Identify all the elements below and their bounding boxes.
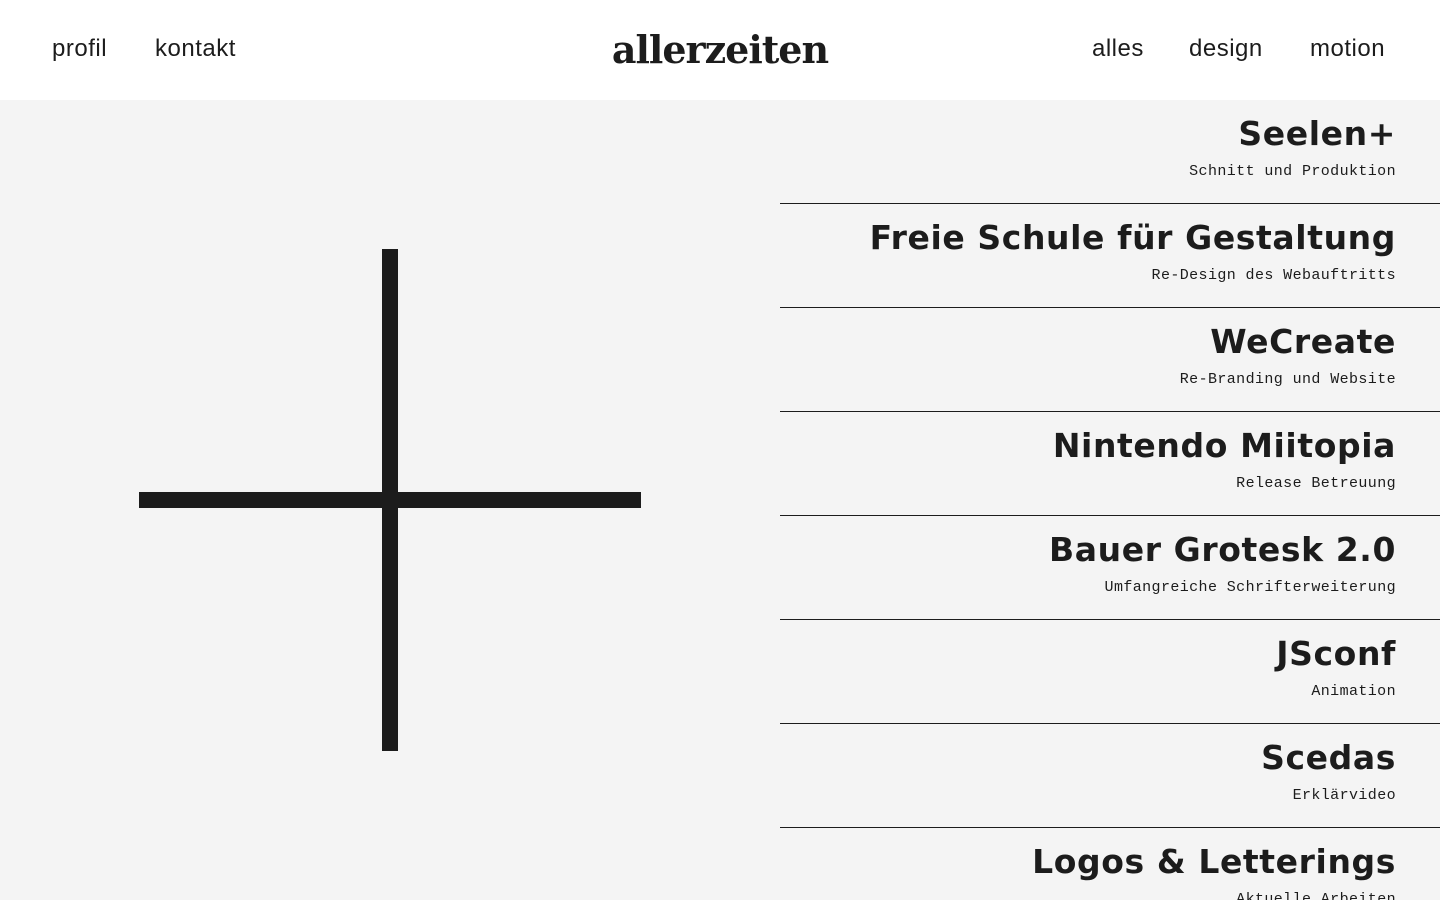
nav-link-kontakt[interactable]: kontakt: [155, 34, 236, 64]
project-subtitle: Release Betreuung: [1236, 475, 1396, 492]
project-title: Nintendo Miitopia: [1052, 426, 1396, 465]
project-item[interactable]: WeCreate Re-Branding und Website: [780, 308, 1440, 412]
project-list: Seelen+ Schnitt und Produktion Freie Sch…: [780, 100, 1440, 900]
project-title: WeCreate: [1210, 322, 1396, 361]
project-item[interactable]: Logos & Letterings Aktuelle Arbeiten: [780, 828, 1440, 900]
project-subtitle: Schnitt und Produktion: [1189, 163, 1396, 180]
project-title: Logos & Letterings: [1032, 842, 1396, 881]
project-title: Bauer Grotesk 2.0: [1049, 530, 1396, 569]
project-item[interactable]: Seelen+ Schnitt und Produktion: [780, 100, 1440, 204]
project-subtitle: Re-Design des Webauftritts: [1151, 267, 1396, 284]
cross-icon-horizontal-bar: [139, 492, 641, 508]
project-item[interactable]: JSconf Animation: [780, 620, 1440, 724]
nav-link-profil[interactable]: profil: [52, 34, 107, 64]
project-subtitle: Aktuelle Arbeiten: [1236, 891, 1396, 900]
project-item[interactable]: Bauer Grotesk 2.0 Umfangreiche Schrifter…: [780, 516, 1440, 620]
nav-link-alles[interactable]: alles: [1092, 34, 1144, 64]
project-item[interactable]: Freie Schule für Gestaltung Re-Design de…: [780, 204, 1440, 308]
hero-panel: [0, 100, 780, 900]
project-title: Freie Schule für Gestaltung: [869, 218, 1396, 257]
project-item[interactable]: Nintendo Miitopia Release Betreuung: [780, 412, 1440, 516]
nav-link-motion[interactable]: motion: [1310, 34, 1385, 64]
project-subtitle: Animation: [1311, 683, 1396, 700]
project-title: JSconf: [1276, 634, 1396, 673]
project-title: Scedas: [1261, 738, 1396, 777]
project-item[interactable]: Scedas Erklärvideo: [780, 724, 1440, 828]
site-header: profil kontakt allerzeiten alles design …: [0, 0, 1440, 100]
nav-link-design[interactable]: design: [1189, 34, 1263, 64]
site-logo[interactable]: allerzeiten: [612, 27, 829, 72]
project-subtitle: Umfangreiche Schrifterweiterung: [1104, 579, 1396, 596]
project-subtitle: Re-Branding und Website: [1179, 371, 1396, 388]
project-title: Seelen+: [1238, 114, 1396, 153]
project-subtitle: Erklärvideo: [1292, 787, 1396, 804]
